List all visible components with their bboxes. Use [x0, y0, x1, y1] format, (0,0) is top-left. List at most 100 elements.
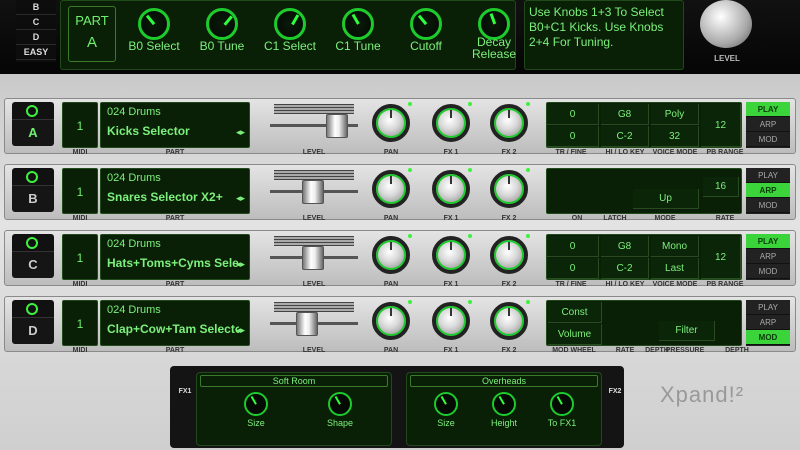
power-button-c[interactable]	[12, 234, 54, 252]
part-name-display[interactable]: 024 Drums Clap+Cow+Tam Selector ◂▸	[100, 300, 250, 346]
part-name: Snares Selector X2+	[107, 190, 223, 204]
fx2-knob[interactable]	[490, 170, 528, 208]
arp-mode-value[interactable]: Up	[633, 189, 699, 209]
tr-value[interactable]: 0	[547, 104, 599, 125]
pan-knob[interactable]	[372, 236, 410, 274]
fx-knob[interactable]	[434, 392, 458, 416]
fx2-knob[interactable]	[490, 104, 528, 142]
fader-cap[interactable]	[302, 180, 324, 204]
pb-range-value[interactable]: 12	[701, 104, 741, 147]
mode-arp-button[interactable]: ARP	[746, 117, 790, 132]
voice-value[interactable]: 32	[651, 126, 699, 147]
midi-channel[interactable]: 1	[62, 300, 98, 346]
part-letter-button[interactable]: A	[12, 120, 54, 146]
part-display[interactable]: PART A	[68, 6, 116, 62]
fx-knob[interactable]	[550, 392, 574, 416]
fader-cap[interactable]	[296, 312, 318, 336]
pan-knob[interactable]	[372, 302, 410, 340]
mode-arp-button[interactable]: ARP	[746, 183, 790, 198]
pressure-value[interactable]: Filter	[659, 321, 715, 341]
mode-play-button[interactable]: PLAY	[746, 102, 790, 117]
fx1-knob[interactable]	[432, 170, 470, 208]
pb-range-value[interactable]: 12	[701, 236, 741, 279]
mode-mod-button[interactable]: MOD	[746, 198, 790, 213]
hilo-value[interactable]: C-2	[601, 258, 649, 279]
fx1-knob[interactable]	[432, 236, 470, 274]
mode-mod-button[interactable]: MOD	[746, 132, 790, 147]
fader-cap[interactable]	[302, 246, 324, 270]
fx2-knob[interactable]	[490, 302, 528, 340]
fx-knob[interactable]	[492, 392, 516, 416]
midi-channel[interactable]: 1	[62, 102, 98, 148]
fx2-knob[interactable]	[490, 236, 528, 274]
fx1-label: FX 1	[443, 347, 459, 354]
tr-value[interactable]: 0	[547, 126, 599, 147]
arrows-icon[interactable]: ◂▸	[236, 259, 245, 270]
mode-arp-button[interactable]: ARP	[746, 249, 790, 264]
master-level-knob[interactable]	[700, 0, 752, 48]
master-level-label: LEVEL	[714, 54, 740, 63]
fader-cap[interactable]	[326, 114, 348, 138]
pan-knob[interactable]	[372, 104, 410, 142]
part-letter-c[interactable]: C	[16, 15, 56, 30]
level-fader[interactable]	[270, 236, 358, 276]
part-name-display[interactable]: 024 Drums Hats+Toms+Cyms Selector◂▸	[100, 234, 250, 280]
part-letter-button[interactable]: C	[12, 252, 54, 278]
smart-knob-2[interactable]	[206, 8, 238, 40]
midi-channel[interactable]: 1	[62, 168, 98, 214]
fx2-power-button[interactable]	[604, 370, 620, 384]
tr-value[interactable]: 0	[547, 236, 599, 257]
power-button-d[interactable]	[12, 300, 54, 318]
mode-arp-button[interactable]: ARP	[746, 315, 790, 330]
part-letter-b[interactable]: B	[16, 0, 56, 15]
fx1-knob[interactable]	[432, 104, 470, 142]
smart-knob-3[interactable]	[274, 8, 306, 40]
power-button-b[interactable]	[12, 168, 54, 186]
part-letter-d[interactable]: D	[16, 30, 56, 45]
mode-play-button[interactable]: PLAY	[746, 300, 790, 315]
mode-play-button[interactable]: PLAY	[746, 234, 790, 249]
smart-knob-1[interactable]	[138, 8, 170, 40]
fx-preset-name[interactable]: Overheads	[410, 375, 598, 387]
hilo-value[interactable]: C-2	[601, 126, 649, 147]
mode-mod-button[interactable]: MOD	[746, 264, 790, 279]
bank-name: 024 Drums	[107, 172, 161, 184]
arrows-icon[interactable]: ◂▸	[236, 193, 245, 204]
fx-knob-label: Shape	[326, 418, 354, 428]
smart-knob-5[interactable]	[410, 8, 442, 40]
midi-channel[interactable]: 1	[62, 234, 98, 280]
part-name-display[interactable]: 024 Drums Kicks Selector ◂▸	[100, 102, 250, 148]
level-label: LEVEL	[302, 347, 326, 354]
bank-name: 024 Drums	[107, 106, 161, 118]
arrows-icon[interactable]: ◂▸	[236, 127, 245, 138]
product-logo: Xpand!²	[660, 382, 745, 407]
fx-knob[interactable]	[328, 392, 352, 416]
mod-wheel-value[interactable]: Const	[548, 302, 602, 323]
hint-message: Use Knobs 1+3 To Select B0+C1 Kicks. Use…	[524, 0, 684, 70]
smart-knob-4[interactable]	[342, 8, 374, 40]
fx-knob[interactable]	[244, 392, 268, 416]
fx1-knob[interactable]	[432, 302, 470, 340]
hilo-value[interactable]: G8	[601, 104, 649, 125]
fx-preset-name[interactable]: Soft Room	[200, 375, 388, 387]
part-name-display[interactable]: 024 Drums Snares Selector X2+ ◂▸	[100, 168, 250, 214]
voice-value[interactable]: Poly	[651, 104, 699, 125]
part-letter-button[interactable]: B	[12, 186, 54, 212]
arp-rate-value[interactable]: 16	[703, 177, 739, 197]
voice-value[interactable]: Mono	[651, 236, 699, 257]
voice-value[interactable]: Last	[651, 258, 699, 279]
mode-play-button[interactable]: PLAY	[746, 168, 790, 183]
part-letter-button[interactable]: D	[12, 318, 54, 344]
part-letter-easy[interactable]: EASY	[16, 45, 56, 60]
mode-mod-button[interactable]: MOD	[746, 330, 790, 345]
arrows-icon[interactable]: ◂▸	[236, 325, 245, 336]
fx1-power-button[interactable]	[176, 370, 192, 384]
tr-value[interactable]: 0	[547, 258, 599, 279]
mod-wheel-value[interactable]: Volume	[548, 324, 602, 345]
hilo-value[interactable]: G8	[601, 236, 649, 257]
level-fader[interactable]	[270, 170, 358, 210]
power-button-a[interactable]	[12, 102, 54, 120]
level-fader[interactable]	[270, 302, 358, 342]
pan-knob[interactable]	[372, 170, 410, 208]
level-fader[interactable]	[270, 104, 358, 144]
